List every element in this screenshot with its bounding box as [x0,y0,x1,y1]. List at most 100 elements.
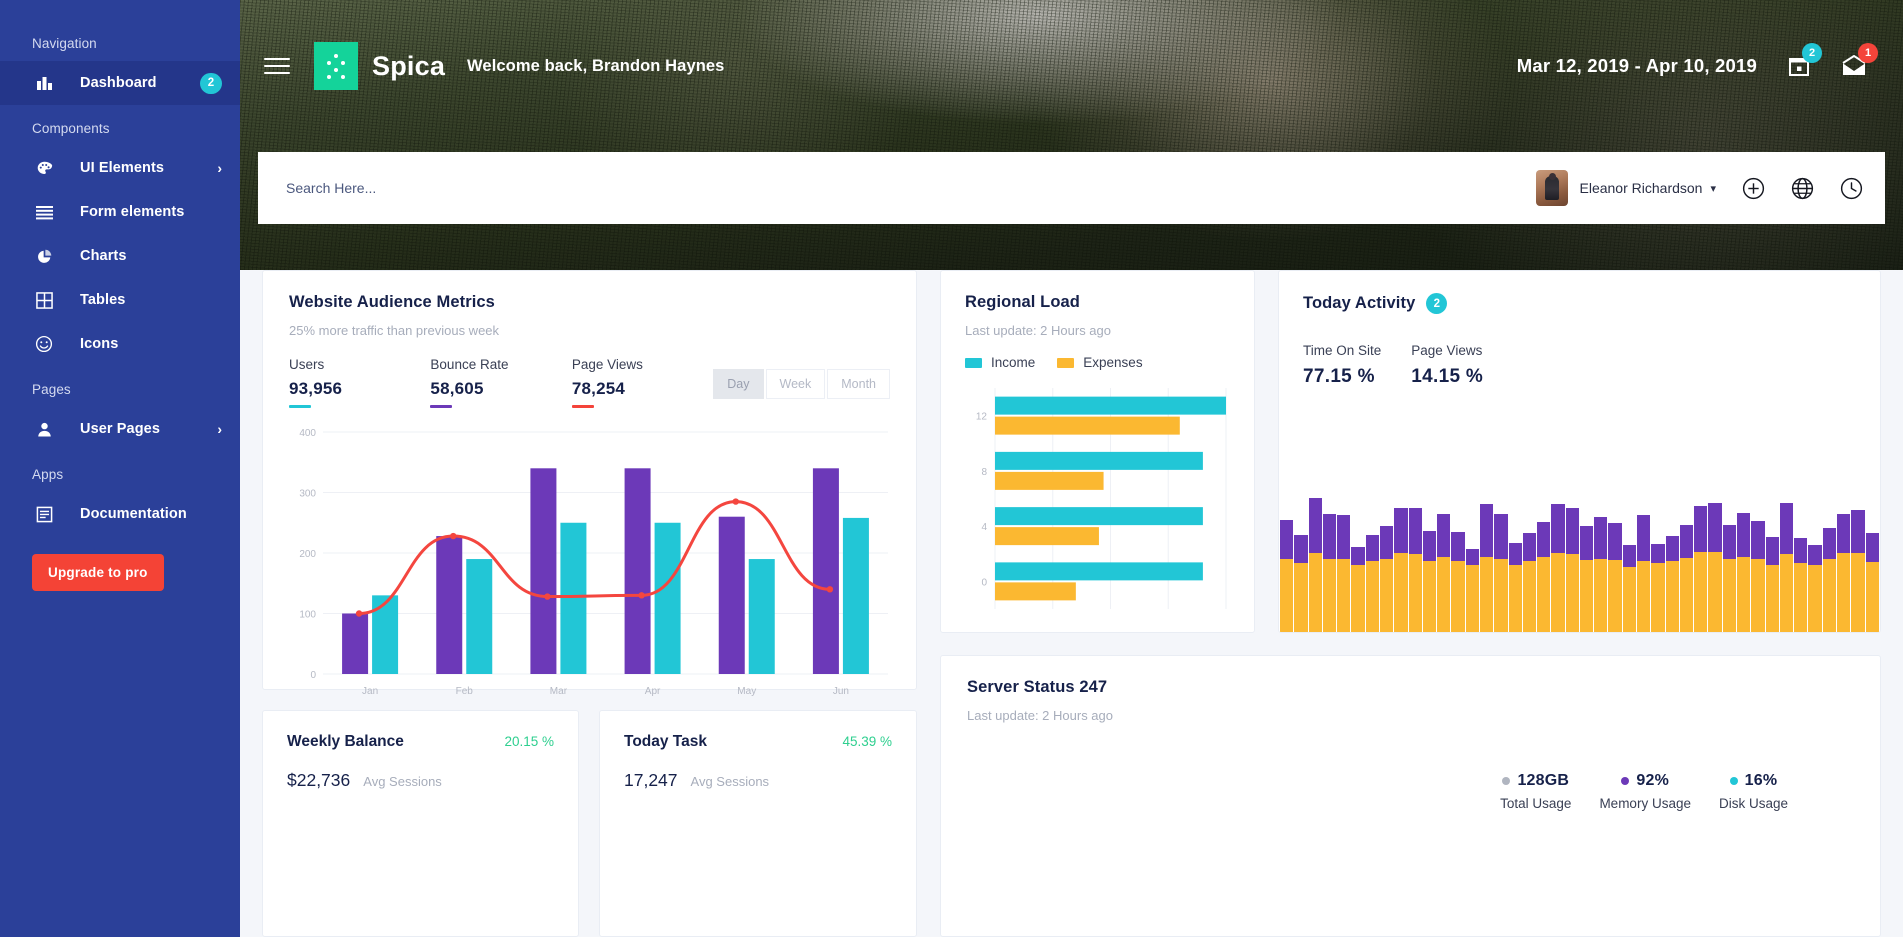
sidebar-item-icons[interactable]: Icons [0,322,240,366]
hamburger-menu-icon[interactable] [264,53,290,79]
sparkline-bar-lower [1480,557,1493,632]
sidebar-section-components: Components [0,105,240,146]
sidebar: Navigation Dashboard 2 Components UI Ele… [0,0,240,937]
sparkline-bar-lower [1608,560,1621,632]
server-stats: 128GB Total Usage 92% Memory Usage 16% [1500,772,1788,811]
svg-text:Mar: Mar [550,686,568,697]
sparkline-bar-lower [1837,553,1850,632]
sparkline-bar-lower [1494,559,1507,632]
sidebar-item-ui-elements[interactable]: UI Elements › [0,146,240,190]
range-month-button[interactable]: Month [827,369,890,399]
server-stat-total-usage: 128GB Total Usage [1500,772,1571,811]
upgrade-to-pro-button[interactable]: Upgrade to pro [32,554,164,591]
regional-chart-svg: 12840 [965,382,1232,619]
mail-button[interactable]: 1 [1841,54,1867,78]
sparkline-bar-upper [1823,528,1836,558]
sparkline-bar [1794,538,1807,632]
sparkline-bar [1666,536,1679,632]
sparkline-bar-upper [1737,513,1750,557]
sparkline-bar-lower [1437,557,1450,632]
stat-label: Time On Site [1303,343,1381,358]
app-logo [314,42,358,90]
sparkline-bar-lower [1651,563,1664,632]
stat-bounce-rate: Bounce Rate 58,605 [430,357,571,408]
card-subtitle: Last update: 2 Hours ago [965,323,1230,338]
globe-icon[interactable] [1791,177,1814,200]
audience-chart: 0100200300400JanFebMarAprMayJun [289,422,890,702]
sparkline-bar-lower [1337,559,1350,632]
sparkline-bar [1451,532,1464,632]
sparkline-bar-lower [1580,560,1593,632]
sidebar-item-documentation[interactable]: Documentation [0,492,240,536]
sparkline-bar-upper [1851,510,1864,553]
sparkline-bar [1509,543,1522,632]
card-title: Regional Load [965,293,1230,312]
sparkline-bar-upper [1337,515,1350,559]
sidebar-item-dashboard[interactable]: Dashboard 2 [0,61,240,105]
stat-label: Bounce Rate [430,357,571,372]
activity-badge: 2 [1426,293,1447,314]
metric-caption: Avg Sessions [691,774,770,789]
sparkline-bar-upper [1580,526,1593,560]
table-grid-icon [32,292,56,309]
sidebar-item-charts[interactable]: Charts [0,234,240,278]
sparkline-bar-lower [1351,565,1364,632]
stat-value: 78,254 [572,379,713,399]
calendar-button[interactable]: 2 [1787,54,1811,78]
sidebar-item-label: Tables [80,292,125,308]
sparkline-bar-lower [1823,559,1836,632]
sparkline-bar [1851,510,1864,632]
sparkline-bar [1366,535,1379,632]
card-title: Server Status 247 [967,678,1854,697]
sparkline-bar [1280,520,1293,632]
sparkline-bar-lower [1309,553,1322,632]
search-input[interactable] [286,180,1536,196]
sparkline-bar-upper [1594,517,1607,559]
date-range-label[interactable]: Mar 12, 2019 - Apr 10, 2019 [1517,55,1757,77]
sparkline-bar-upper [1651,544,1664,563]
sparkline-bar [1409,508,1422,632]
sidebar-item-tables[interactable]: Tables [0,278,240,322]
sidebar-item-user-pages[interactable]: User Pages › [0,407,240,451]
clock-icon[interactable] [1840,177,1863,200]
card-title: Weekly Balance [287,733,404,751]
svg-text:200: 200 [299,549,316,560]
user-name-label[interactable]: Eleanor Richardson [1580,180,1703,196]
sparkline-bar [1766,537,1779,632]
dashboard-page: Navigation Dashboard 2 Components UI Ele… [0,0,1903,937]
legend-swatch [965,358,982,368]
stat-users: Users 93,956 [289,357,430,408]
add-icon[interactable] [1742,177,1765,200]
sparkline-bar-lower [1280,559,1293,632]
today-task-card: Today Task 45.39 % 17,247 Avg Sessions [599,710,917,937]
metric-value: 17,247 [624,770,678,791]
avatar[interactable] [1536,170,1568,206]
sparkline-bar-lower [1766,565,1779,632]
calendar-badge: 2 [1802,43,1822,63]
sparkline-bar-upper [1551,504,1564,553]
sparkline-bar-lower [1451,561,1464,632]
chevron-down-icon[interactable]: ▾ [1710,182,1716,195]
sparkline-bar [1608,523,1621,632]
sparkline-bar-upper [1766,537,1779,565]
sidebar-item-form-elements[interactable]: Form elements [0,190,240,234]
svg-text:12: 12 [976,412,988,423]
sparkline-bar [1437,514,1450,632]
server-stat-disk-usage: 16% Disk Usage [1719,772,1788,811]
range-week-button[interactable]: Week [766,369,826,399]
stat-label: Page Views [1411,343,1483,358]
card-title: Today Task [624,733,707,751]
sparkline-bar [1651,544,1664,632]
palette-icon [32,160,56,177]
sparkline-bar-lower [1466,565,1479,632]
metric-value: $22,736 [287,770,350,791]
stat-label: Total Usage [1500,796,1571,811]
range-day-button[interactable]: Day [713,369,763,399]
sparkline-bar-lower [1680,558,1693,632]
stat-label: Users [289,357,430,372]
sparkline-bar [1594,517,1607,632]
sparkline-bar-lower [1637,561,1650,632]
sparkline-bar-upper [1808,545,1821,565]
sparkline-bar [1337,515,1350,632]
sparkline-bar-upper [1451,532,1464,561]
